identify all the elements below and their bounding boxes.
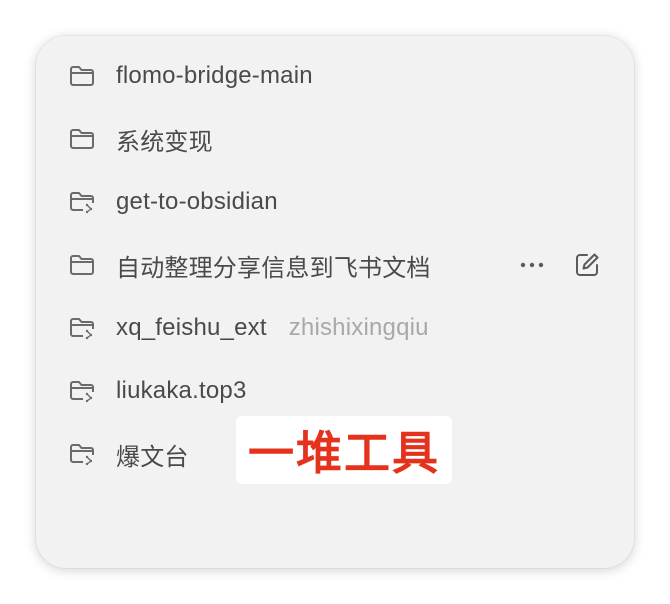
annotation-callout: 一堆工具 [236,416,452,484]
folder-label: xq_feishu_ext zhishixingqiu [116,314,429,342]
folder-label: 自动整理分享信息到飞书文档 [116,254,431,282]
folder-owner: zhishixingqiu [288,314,429,341]
more-icon[interactable] [516,252,548,278]
shared-folder-icon [68,379,96,403]
folder-item-feishu-docs[interactable]: 自动整理分享信息到飞书文档 [36,240,634,290]
folder-label: liukaka.top3 [116,377,247,404]
shared-folder-icon [68,316,96,340]
folder-item-get-to-obsidian[interactable]: get-to-obsidian [36,177,634,227]
folder-icon [68,127,96,151]
folder-label: flomo-bridge-main [116,62,313,89]
folder-name: xq_feishu_ext [116,314,267,341]
folder-icon [68,64,96,88]
edit-icon[interactable] [574,252,602,278]
folder-list-panel: flomo-bridge-main 系统变现 get-to-obsidian 自… [36,36,634,568]
shared-folder-icon [68,442,96,466]
folder-label: get-to-obsidian [116,188,278,215]
folder-item-xq-feishu-ext[interactable]: xq_feishu_ext zhishixingqiu [36,303,634,353]
folder-item-xitongbianxian[interactable]: 系统变现 [36,114,634,164]
shared-folder-icon [68,190,96,214]
annotation-text: 一堆工具 [248,426,440,480]
folder-item-flomo-bridge-main[interactable]: flomo-bridge-main [36,51,634,101]
folder-icon [68,253,96,277]
folder-item-liukaka-top3[interactable]: liukaka.top3 [36,366,634,416]
folder-label: 爆文台 [116,443,189,471]
folder-label: 系统变现 [116,128,213,156]
